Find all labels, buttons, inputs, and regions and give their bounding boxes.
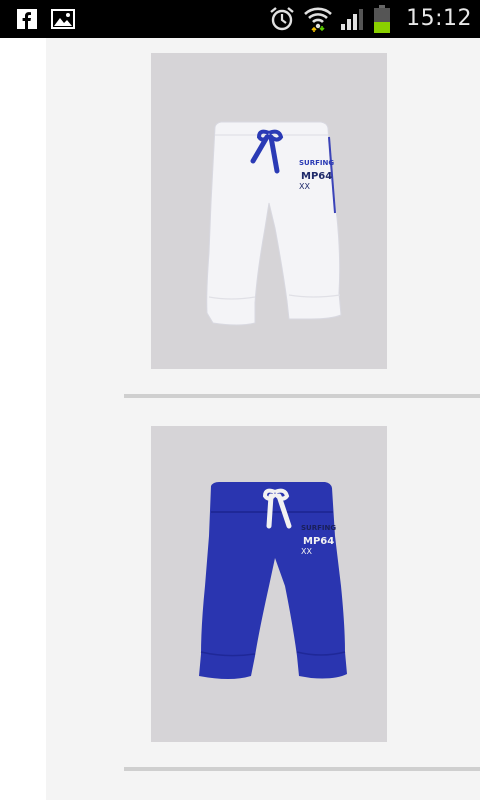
- print-text-mp64-blue: MP64: [303, 536, 334, 547]
- print-text-surfing-blue: SURFING: [301, 524, 336, 532]
- status-bar: 15:12: [0, 0, 480, 38]
- divider: [124, 767, 480, 771]
- product-image-blue-pants[interactable]: SURFING MP64 XX: [151, 426, 387, 742]
- left-margin: [0, 38, 46, 800]
- print-text-xx: XX: [299, 182, 310, 191]
- wifi-icon: [304, 0, 332, 38]
- gallery-icon[interactable]: [51, 0, 75, 38]
- divider: [124, 394, 480, 398]
- facebook-icon[interactable]: [16, 0, 38, 38]
- product-feed[interactable]: SURFING MP64 XX SURFING MP64 XX: [46, 38, 480, 800]
- product-image-white-pants[interactable]: SURFING MP64 XX: [151, 53, 387, 369]
- alarm-icon: [268, 0, 296, 38]
- signal-icon: [340, 0, 366, 38]
- print-text-surfing: SURFING: [299, 159, 334, 167]
- status-clock: 15:12: [406, 6, 472, 31]
- battery-icon: [372, 0, 392, 38]
- print-text-mp64: MP64: [301, 171, 332, 182]
- print-text-xx-blue: XX: [301, 547, 312, 556]
